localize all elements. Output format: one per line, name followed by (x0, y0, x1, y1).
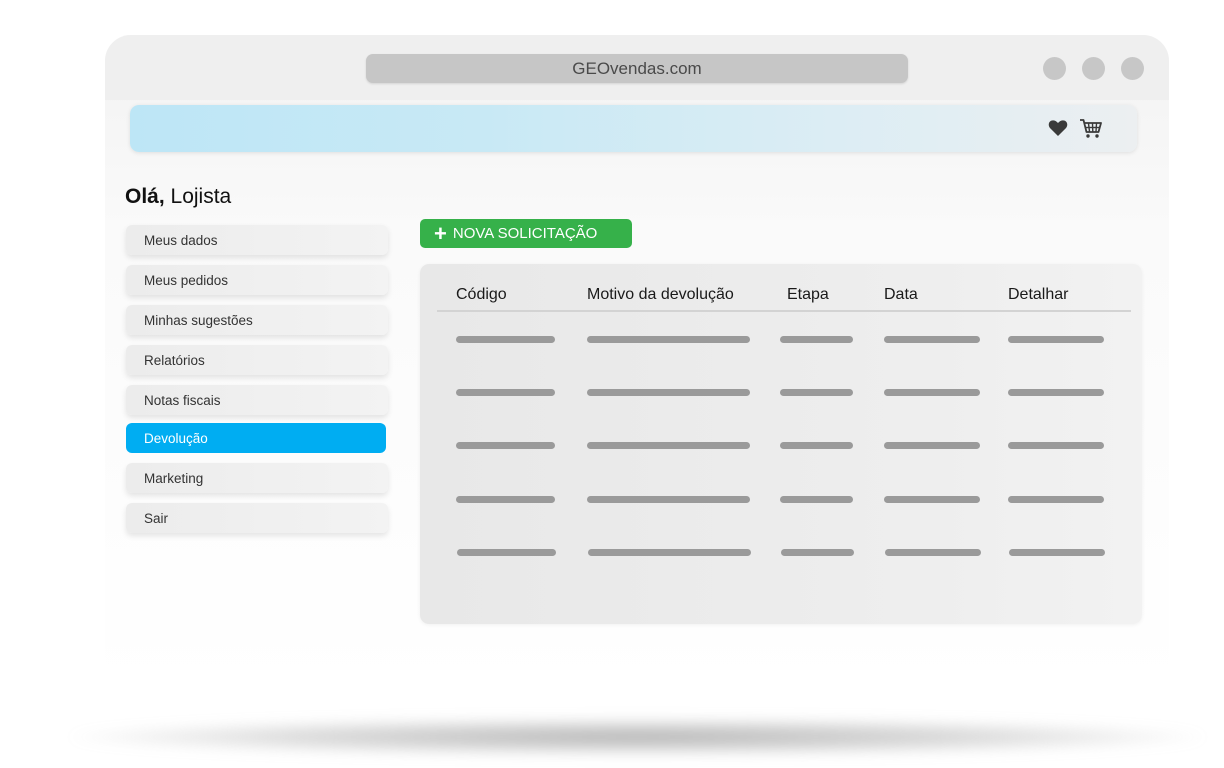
placeholder-cell (780, 496, 853, 503)
returns-table: Código Motivo da devolução Etapa Data De… (420, 264, 1142, 624)
new-request-button[interactable]: + NOVA SOLICITAÇÃO (420, 219, 632, 248)
placeholder-cell (1008, 336, 1104, 343)
sidebar-item-meus-dados[interactable]: Meus dados (126, 225, 388, 255)
new-request-label: NOVA SOLICITAÇÃO (452, 225, 598, 242)
placeholder-cell (885, 549, 981, 556)
sidebar-item-label: Notas fiscais (144, 392, 221, 408)
placeholder-cell (456, 389, 555, 396)
sidebar-item-relatorios[interactable]: Relatórios (126, 345, 388, 375)
placeholder-cell (781, 549, 854, 556)
heart-icon[interactable] (1046, 117, 1070, 139)
placeholder-cell (456, 442, 555, 449)
placeholder-cell (1008, 442, 1104, 449)
placeholder-cell (884, 442, 980, 449)
placeholder-cell (780, 442, 853, 449)
window-shadow (70, 718, 1205, 756)
header-divider (437, 310, 1131, 312)
greeting-prefix: Olá, (125, 185, 165, 208)
placeholder-cell (457, 549, 556, 556)
window-control-dot[interactable] (1082, 57, 1105, 80)
placeholder-cell (588, 549, 751, 556)
sidebar-item-marketing[interactable]: Marketing (126, 463, 388, 493)
placeholder-cell (456, 496, 555, 503)
browser-window: GEOvendas.com Olá, Lojista Meus dados Me… (105, 35, 1169, 690)
site-header (130, 105, 1137, 152)
plus-icon: + (434, 220, 447, 246)
placeholder-cell (884, 496, 980, 503)
placeholder-cell (780, 389, 853, 396)
placeholder-cell (587, 389, 750, 396)
sidebar-item-label: Meus pedidos (144, 272, 229, 288)
sidebar-item-label: Minhas sugestões (144, 312, 253, 328)
sidebar-item-minhas-sugestoes[interactable]: Minhas sugestões (126, 305, 388, 335)
column-header-etapa: Etapa (787, 286, 829, 303)
placeholder-cell (587, 442, 750, 449)
placeholder-cell (884, 336, 980, 343)
sidebar-item-label: Marketing (144, 470, 204, 486)
sidebar-item-notas-fiscais[interactable]: Notas fiscais (126, 385, 388, 415)
stage: GEOvendas.com Olá, Lojista Meus dados Me… (0, 0, 1224, 768)
column-header-motivo: Motivo da devolução (587, 286, 734, 303)
greeting-name: Lojista (170, 185, 232, 208)
sidebar-item-devolucao[interactable]: Devolução (126, 423, 386, 453)
placeholder-cell (884, 389, 980, 396)
sidebar-item-label: Relatórios (144, 352, 205, 368)
sidebar-item-sair[interactable]: Sair (126, 503, 388, 533)
window-control-dot[interactable] (1121, 57, 1144, 80)
placeholder-cell (1008, 389, 1104, 396)
cart-icon[interactable] (1079, 117, 1103, 139)
placeholder-cell (587, 336, 750, 343)
column-header-data: Data (884, 286, 918, 303)
placeholder-cell (1008, 496, 1104, 503)
url-bar[interactable]: GEOvendas.com (366, 54, 908, 83)
sidebar-item-label: Meus dados (144, 232, 218, 248)
placeholder-cell (1009, 549, 1105, 556)
column-header-codigo: Código (456, 286, 507, 303)
column-header-detalhar: Detalhar (1008, 286, 1069, 303)
window-control-dot[interactable] (1043, 57, 1066, 80)
sidebar-item-label: Sair (144, 510, 169, 526)
sidebar-item-meus-pedidos[interactable]: Meus pedidos (126, 265, 388, 295)
sidebar-item-label: Devolução (144, 430, 208, 446)
url-text: GEOvendas.com (572, 58, 702, 78)
placeholder-cell (587, 496, 750, 503)
placeholder-cell (780, 336, 853, 343)
browser-titlebar: GEOvendas.com (105, 35, 1169, 100)
greeting: Olá, Lojista (125, 185, 231, 209)
placeholder-cell (456, 336, 555, 343)
